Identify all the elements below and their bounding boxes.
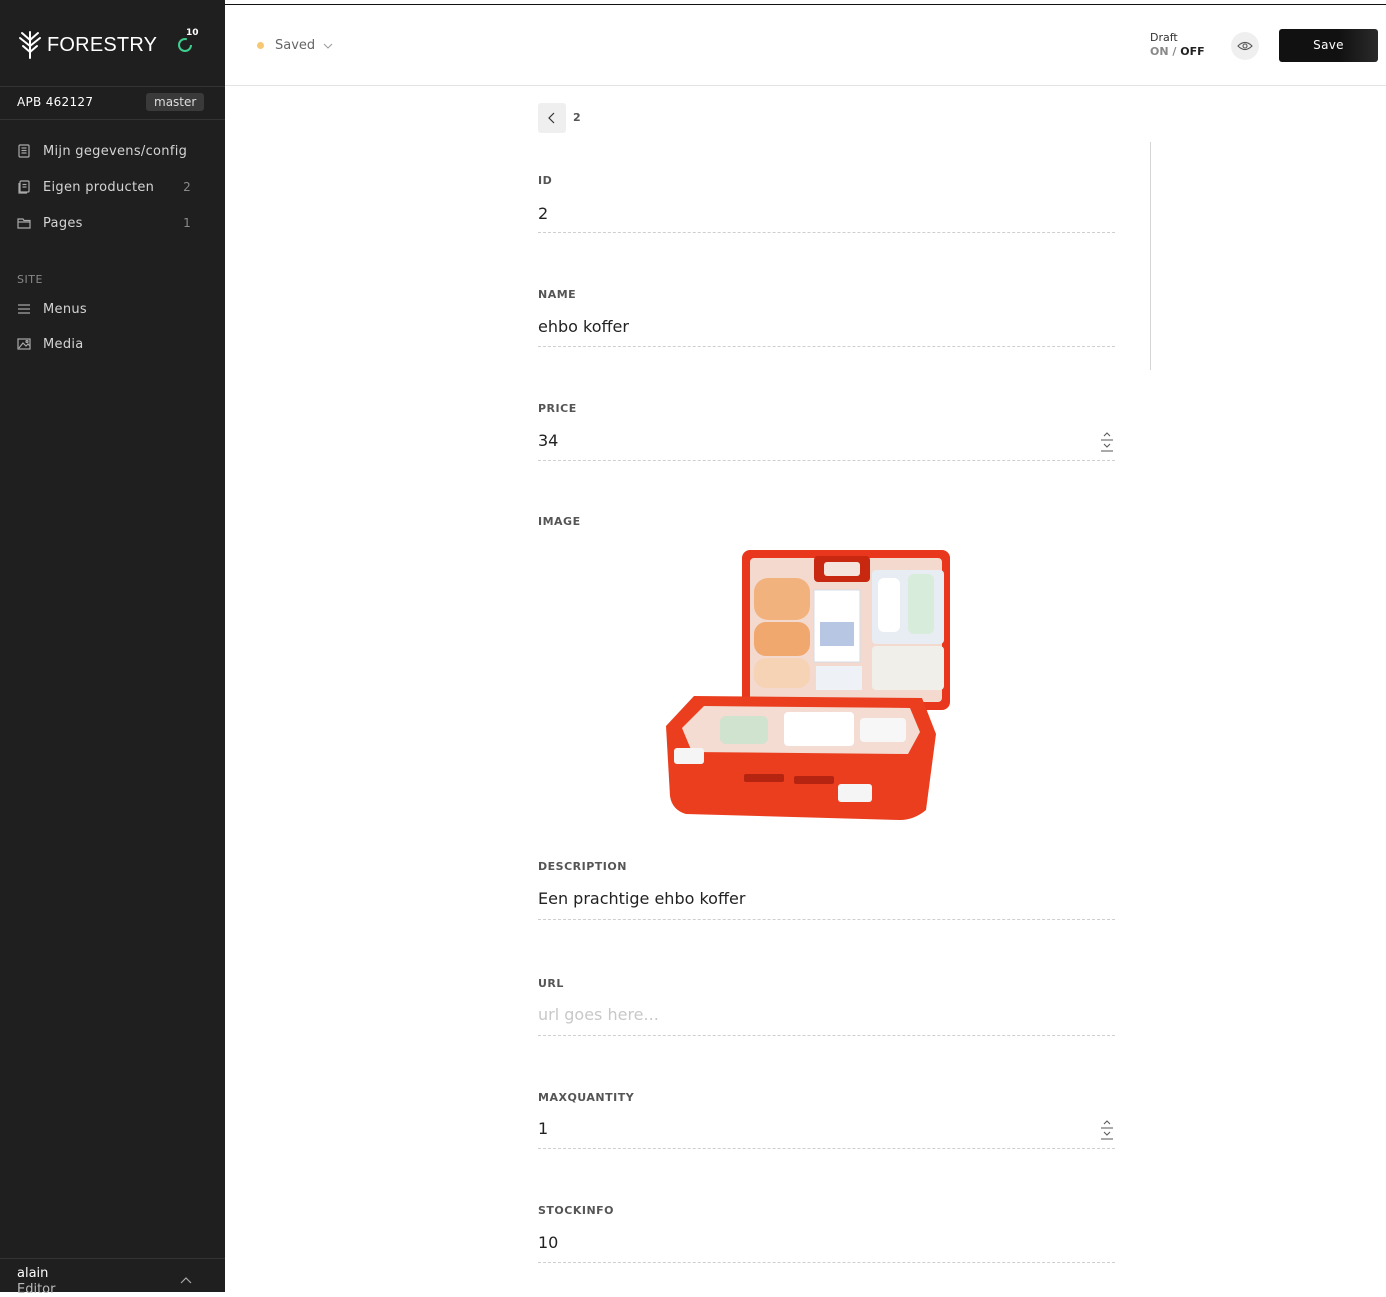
url-field: URL url goes here... (538, 977, 1115, 1036)
status-dot (257, 42, 264, 49)
eye-icon (1237, 41, 1253, 51)
editor-header: Saved Draft ON / OFF Save (225, 5, 1386, 86)
user-menu[interactable]: alain Editor (0, 1258, 225, 1297)
back-button[interactable] (538, 103, 566, 133)
image-field: IMAGE (538, 515, 1115, 528)
sidebar-item-label: Pages (43, 215, 83, 231)
name-input[interactable]: ehbo koffer (538, 317, 629, 336)
sidebar-item-eigen-producten[interactable]: Eigen producten 2 (17, 177, 207, 197)
product-image[interactable] (664, 548, 952, 824)
sidebar-item-label: Eigen producten (43, 179, 155, 195)
draft-separator: / (1172, 45, 1177, 58)
menu-lines-icon (18, 304, 30, 314)
name-field: NAME ehbo koffer (538, 288, 1115, 347)
field-underline (538, 1035, 1115, 1036)
image-icon (17, 338, 31, 350)
save-status-label: Saved (275, 38, 316, 53)
folder-icon (17, 218, 31, 229)
sync-count-badge: 10 (186, 28, 199, 38)
field-label: ID (538, 174, 553, 187)
sidebar-item-menus[interactable]: Menus (17, 299, 207, 319)
sidebar-item-mijn-gegevens[interactable]: Mijn gegevens/config (17, 141, 207, 161)
description-field: DESCRIPTION Een prachtige ehbo koffer (538, 860, 1115, 920)
user-name: alain (17, 1266, 49, 1281)
url-input[interactable]: url goes here... (538, 1005, 659, 1024)
field-underline (538, 460, 1115, 461)
chevron-left-icon (548, 112, 555, 124)
brand-name: FORESTRY (47, 33, 158, 56)
draft-off-option[interactable]: OFF (1180, 45, 1204, 58)
field-label: NAME (538, 288, 577, 301)
sync-status-icon[interactable] (176, 36, 194, 54)
document-icon (18, 144, 30, 158)
field-label: DESCRIPTION (538, 860, 627, 873)
sidebar-item-pages[interactable]: Pages 1 (17, 213, 207, 233)
chevron-down-icon (323, 43, 333, 49)
draft-label: Draft (1150, 31, 1178, 44)
forestry-logo[interactable]: FORESTRY (17, 30, 157, 60)
field-label: PRICE (538, 402, 577, 415)
breadcrumb-current: 2 (573, 111, 581, 124)
field-label: IMAGE (538, 515, 581, 528)
number-stepper-icon[interactable] (1100, 431, 1114, 453)
maxquantity-field: MAXQUANTITY 1 (538, 1091, 1115, 1149)
sidebar: FORESTRY 10 APB 462127 master Mijn gegev… (0, 0, 225, 1297)
price-input[interactable]: 34 (538, 431, 558, 450)
field-label: URL (538, 977, 564, 990)
field-underline (538, 346, 1115, 347)
save-button[interactable]: Save (1279, 29, 1378, 62)
sidebar-item-count: 1 (183, 216, 191, 230)
field-label: MAXQUANTITY (538, 1091, 635, 1104)
branch-badge[interactable]: master (146, 93, 205, 111)
draft-toggle[interactable]: Draft ON / OFF (1150, 31, 1205, 59)
id-field: ID 2 (538, 174, 1115, 233)
sidebar-item-label: Media (43, 336, 84, 352)
field-underline (538, 1148, 1115, 1149)
field-label: STOCKINFO (538, 1204, 615, 1217)
field-group-border (1150, 142, 1151, 370)
field-underline (538, 919, 1115, 920)
id-input[interactable]: 2 (538, 204, 548, 223)
chevron-up-icon (180, 1277, 192, 1284)
description-input[interactable]: Een prachtige ehbo koffer (538, 889, 745, 908)
forestry-tree-icon (19, 31, 41, 59)
sidebar-item-label: Mijn gegevens/config (43, 143, 188, 159)
preview-button[interactable] (1231, 32, 1259, 60)
field-underline (538, 1262, 1115, 1263)
documents-icon (18, 180, 30, 194)
sidebar-item-count: 2 (183, 180, 191, 194)
stockinfo-field: STOCKINFO 10 (538, 1204, 1115, 1263)
price-field: PRICE 34 (538, 402, 1115, 461)
user-role: Editor (17, 1282, 56, 1297)
number-stepper-icon[interactable] (1100, 1119, 1114, 1141)
site-switcher[interactable]: APB 462127 master (0, 86, 225, 120)
sidebar-item-label: Menus (43, 301, 87, 317)
sidebar-item-media[interactable]: Media (17, 334, 207, 354)
maxquantity-input[interactable]: 1 (538, 1119, 548, 1138)
site-name: APB 462127 (17, 95, 94, 109)
save-status-dropdown[interactable]: Saved (257, 38, 333, 53)
stockinfo-input[interactable]: 10 (538, 1233, 558, 1252)
field-underline (538, 232, 1115, 233)
site-section-label: SITE (17, 273, 43, 286)
draft-on-option[interactable]: ON (1150, 45, 1169, 58)
